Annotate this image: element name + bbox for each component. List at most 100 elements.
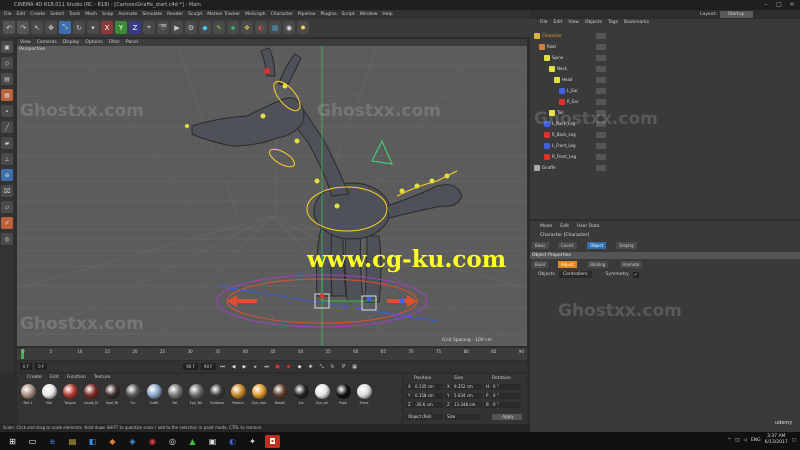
material-menu-edit[interactable]: Edit [50,374,59,382]
undo-icon[interactable]: ↶ [3,21,15,34]
task-view-icon[interactable]: ▭ [25,435,40,448]
file-explorer-icon[interactable]: ▤ [65,435,80,448]
character-subtab-animate[interactable]: Animate [619,261,643,268]
attribute-menu-mode[interactable]: Mode [540,223,552,231]
notification-icon[interactable]: ▢ [792,438,796,443]
menu-item-render[interactable]: Render [167,10,183,19]
object-list-item[interactable]: R_Front_Leg [530,152,800,162]
material-swatch[interactable]: Eyebrow [208,384,226,405]
object-menu-view[interactable]: View [568,19,579,27]
layout-dropdown[interactable]: Startup [719,11,753,18]
clock[interactable]: 3:37 AM 6/13/2017 [765,434,788,446]
pen-icon[interactable]: ✎ [213,21,225,34]
position-field[interactable]: 0.158 cm [413,393,443,399]
visibility-toggle[interactable] [596,165,606,171]
material-swatch[interactable]: Eye_mat [250,384,268,405]
object-list-item[interactable]: R_Ear [530,97,800,107]
app-icon[interactable]: ◆ [105,435,120,448]
viewport-menu-options[interactable]: Options [85,39,102,46]
cinema4d-taskbar-icon[interactable]: ◘ [265,434,280,448]
attribute-tab-basic[interactable]: Basic [532,242,549,249]
maximize-icon[interactable]: □ [773,0,785,10]
menu-item-script[interactable]: Script [342,10,355,19]
deformer-icon[interactable]: ◐ [255,21,267,34]
subdivision-icon[interactable]: ◈ [227,21,239,34]
attribute-menu-user-data[interactable]: User Data [577,223,599,231]
array-icon[interactable]: ❖ [241,21,253,34]
material-swatch[interactable]: Mat [40,384,58,405]
record-icon[interactable]: ● [274,363,282,371]
app-icon[interactable]: ▣ [205,435,220,448]
object-list-item[interactable]: Neck [530,64,800,74]
viewport-menu-cameras[interactable]: Cameras [37,39,57,46]
play-icon[interactable]: ▶ [241,363,249,371]
rotation-key-icon[interactable]: ↻ [329,363,337,371]
app-icon[interactable]: ◉ [145,435,160,448]
next-frame-icon[interactable]: ▸ [252,363,260,371]
goto-end-icon[interactable]: ⏭ [263,363,271,371]
objects-dropdown[interactable]: Controllers [559,271,592,278]
tray-chevron-icon[interactable]: ^ [727,438,731,443]
menu-item-window[interactable]: Window [360,10,378,19]
material-swatch[interactable]: Hoof_Mi [103,384,121,405]
menu-item-help[interactable]: Help [382,10,392,19]
render-picture-viewer-icon[interactable]: ▶ [171,21,183,34]
prev-frame-icon[interactable]: ◀ [230,363,238,371]
menu-item-simulate[interactable]: Simulate [142,10,162,19]
paint-icon[interactable]: ✐ [1,217,13,229]
app-icon[interactable]: ◎ [165,435,180,448]
material-menu-texture[interactable]: Texture [94,374,110,382]
size-mode-select[interactable]: Size [445,414,481,420]
goto-start-icon[interactable]: ⏮ [219,363,227,371]
rotation-field[interactable]: 0 ° [491,384,521,390]
timeline-ruler[interactable]: 0 5 10 15 20 25 30 35 40 45 50 55 60 65 70 75 80 85 90 [17,348,527,360]
coordinate-system-icon[interactable]: ⌖ [143,21,155,34]
menu-item-snap[interactable]: Snap [102,10,113,19]
coord-mode-select[interactable]: Object (Rel) [406,414,442,420]
material-swatch[interactable]: Iris [292,384,310,405]
menu-item-animate[interactable]: Animate [118,10,137,19]
object-list-item[interactable]: R_Back_Leg [530,130,800,140]
menu-item-pipeline[interactable]: Pipeline [298,10,316,19]
current-frame-field[interactable]: 0 F [20,363,33,370]
material-swatch[interactable]: Shine [355,384,373,405]
layout-selector[interactable]: Layout: Startup [700,11,753,18]
scale-icon[interactable]: ⤡ [59,21,71,34]
menu-item-edit[interactable]: Edit [17,10,26,19]
y-axis-icon[interactable]: Y [115,21,127,34]
object-menu-file[interactable]: File [540,19,548,27]
material-menu-function[interactable]: Function [67,374,86,382]
material-menu-create[interactable]: Create [27,374,42,382]
z-axis-icon[interactable]: Z [129,21,141,34]
menu-item-file[interactable]: File [4,10,12,19]
light-icon[interactable]: ✹ [297,21,309,34]
position-field[interactable]: 0.135 cm [413,384,443,390]
attribute-tab-object[interactable]: Object [587,242,607,249]
material-swatch[interactable]: Pattern [229,384,247,405]
object-list-item[interactable]: Head [530,75,800,85]
app-icon[interactable]: ◈ [125,435,140,448]
axis-mode-icon[interactable]: ⊥ [1,153,13,165]
planar-workplane-icon[interactable]: ▱ [1,201,13,213]
material-swatch[interactable]: Eye_wh [313,384,331,405]
object-list-item[interactable]: Spine [530,53,800,63]
size-field[interactable]: 13.348 cm [452,402,482,408]
visibility-toggle[interactable] [596,77,606,83]
menu-item-sculpt[interactable]: Sculpt [188,10,202,19]
close-icon[interactable]: ✕ [786,0,798,10]
live-selection-icon[interactable]: ↖ [31,21,43,34]
character-subtab-adjust[interactable]: Adjust [558,261,577,268]
material-swatch[interactable]: Fur [124,384,142,405]
material-swatch[interactable]: Mat.1 [19,384,37,405]
solo-icon[interactable]: ◎ [1,233,13,245]
texture-mode-icon[interactable]: ▤ [1,73,13,85]
visibility-toggle[interactable] [596,44,606,50]
object-menu-bookmarks[interactable]: Bookmarks [624,19,649,27]
object-menu-edit[interactable]: Edit [554,19,563,27]
viewport-menu-view[interactable]: View [20,39,31,46]
make-editable-icon[interactable]: ▣ [1,41,13,53]
object-list-item[interactable]: Character [530,31,800,41]
attribute-menu-edit[interactable]: Edit [560,223,569,231]
workplane-icon[interactable]: ▦ [1,89,13,101]
end-frame-field[interactable]: 90 F [183,363,198,370]
